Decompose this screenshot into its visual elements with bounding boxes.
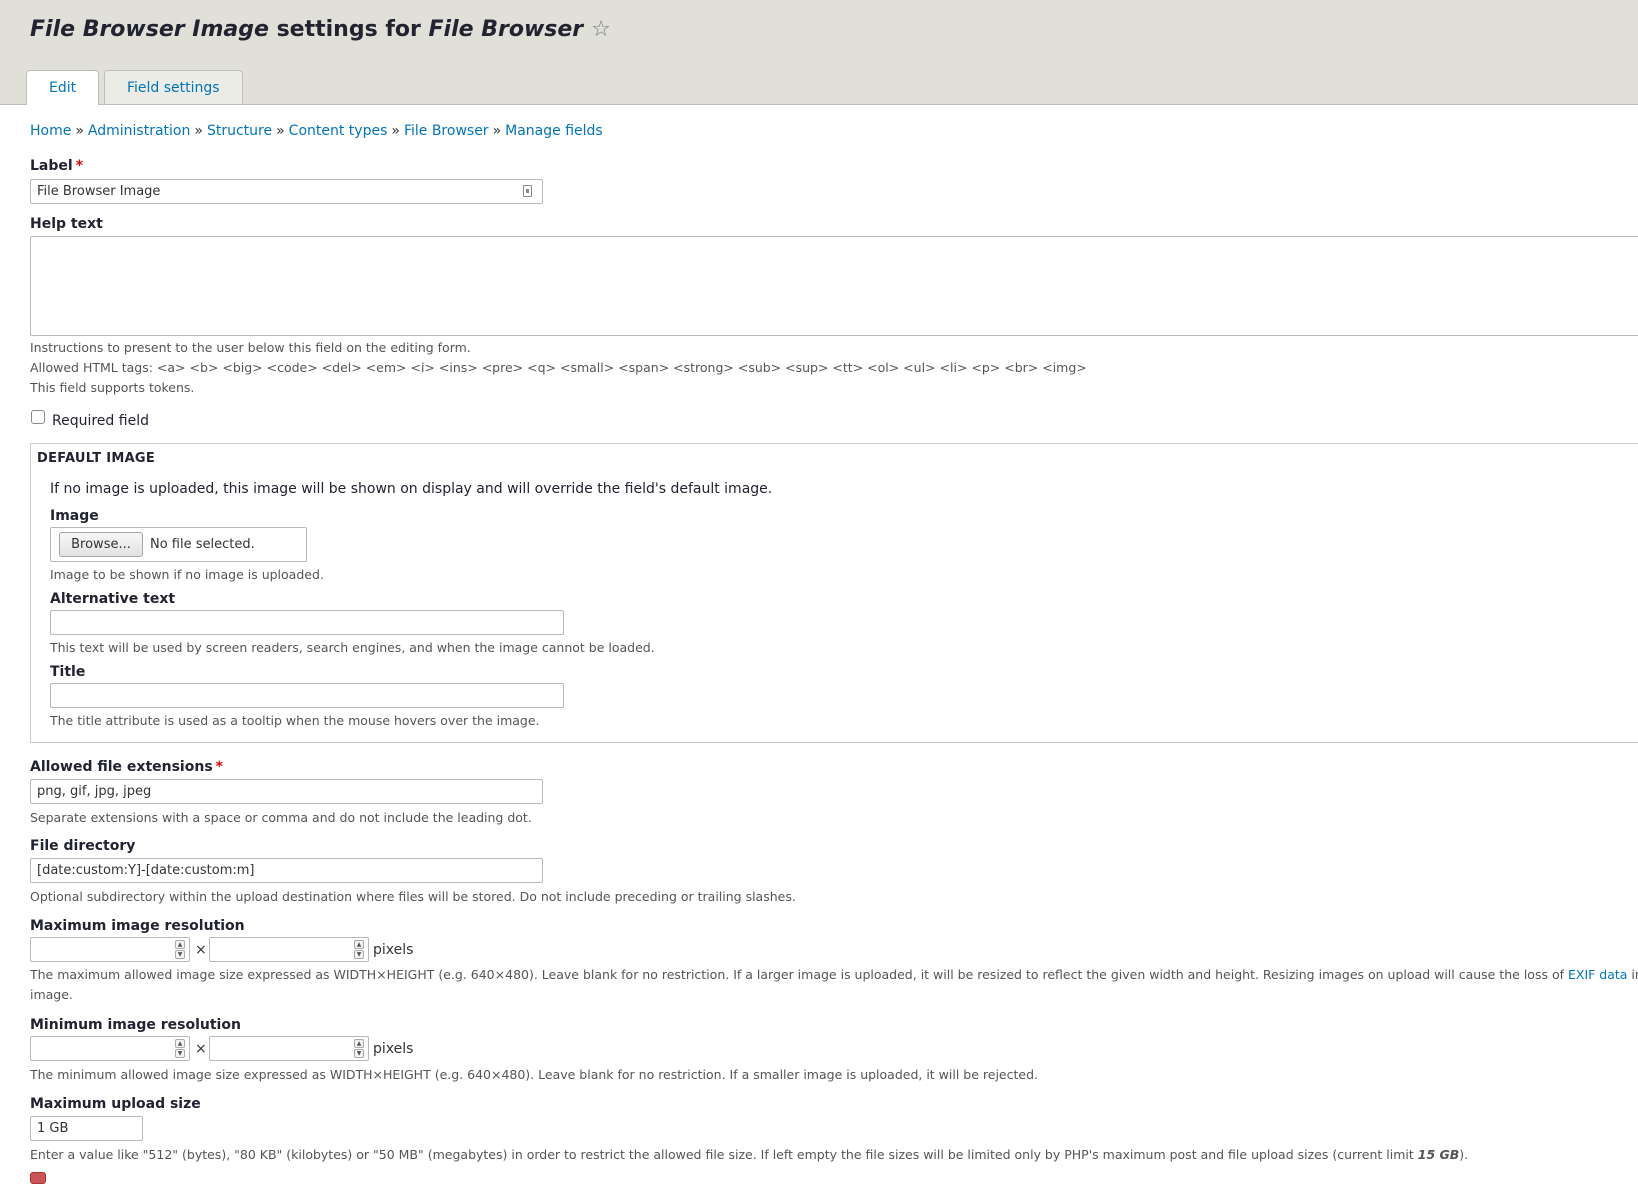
image-description: Image to be shown if no image is uploade… [50, 567, 324, 582]
breadcrumb-file-browser[interactable]: File Browser [404, 123, 489, 139]
label-title-text: Label [30, 158, 73, 174]
breadcrumb-administration[interactable]: Administration [88, 123, 190, 139]
spin-down-icon[interactable]: ▼ [354, 950, 364, 959]
min-resolution-description: The minimum allowed image size expressed… [30, 1067, 1038, 1082]
max-width-spinner[interactable]: ▲ ▼ [175, 940, 185, 959]
star-icon[interactable]: ☆ [591, 17, 611, 42]
help-text-tokens-note: This field supports tokens. [30, 380, 195, 395]
breadcrumb: Home» Administration» Structure» Content ty… [30, 123, 603, 139]
upload-size-title: Maximum upload size [30, 1096, 201, 1112]
required-marker: * [75, 158, 84, 174]
tab-edit[interactable]: Edit [26, 70, 100, 105]
breadcrumb-separator: » [391, 123, 400, 139]
times-sign: × [195, 942, 207, 958]
browse-button[interactable]: Browse... [59, 532, 143, 557]
token-picker-icon[interactable] [523, 185, 532, 197]
title-input[interactable] [50, 683, 564, 708]
required-marker: * [215, 759, 223, 775]
breadcrumb-separator: » [75, 123, 84, 139]
tab-field-settings[interactable]: Field settings [104, 70, 243, 104]
required-field-label[interactable]: Required field [52, 413, 149, 429]
partial-checkbox[interactable] [30, 1172, 46, 1184]
spin-up-icon[interactable]: ▲ [354, 940, 364, 949]
breadcrumb-separator: » [276, 123, 285, 139]
min-height-input[interactable]: ▲ ▼ [209, 1036, 369, 1061]
file-directory-description: Optional subdirectory within the upload … [30, 889, 796, 904]
extensions-input[interactable]: png, gif, jpg, jpeg [30, 779, 543, 804]
breadcrumb-structure[interactable]: Structure [207, 123, 272, 139]
page-title: File Browser Image settings for File Bro… [30, 17, 611, 42]
extensions-description: Separate extensions with a space or comm… [30, 810, 532, 825]
max-resolution-title: Maximum image resolution [30, 918, 245, 934]
breadcrumb-manage-fields[interactable]: Manage fields [505, 123, 603, 139]
breadcrumb-separator: » [194, 123, 203, 139]
upload-size-description: Enter a value like "512" (bytes), "80 KB… [30, 1147, 1468, 1162]
extensions-title: Allowed file extensions * [30, 759, 223, 775]
max-width-input[interactable]: ▲ ▼ [30, 937, 190, 962]
file-status-text: No file selected. [150, 537, 255, 552]
help-text-title: Help text [30, 216, 103, 232]
required-field-checkbox[interactable] [31, 410, 45, 424]
upload-size-desc-tail: ). [1459, 1147, 1469, 1162]
alt-text-label: Alternative text [50, 591, 176, 607]
breadcrumb-separator: » [492, 123, 502, 139]
extensions-title-text: Allowed file extensions [30, 759, 213, 775]
spin-down-icon[interactable]: ▼ [354, 1049, 364, 1058]
file-directory-input[interactable]: [date:custom:Y]-[date:custom:m] [30, 858, 543, 883]
times-sign: × [195, 1041, 207, 1057]
file-directory-title: File directory [30, 838, 136, 854]
default-image-legend: DEFAULT IMAGE [37, 451, 156, 466]
image-label: Image [50, 508, 99, 524]
max-resolution-desc-tail: in the [1631, 967, 1638, 982]
alt-text-description: This text will be used by screen readers… [50, 640, 655, 655]
max-resolution-unit: pixels [373, 942, 414, 958]
breadcrumb-home[interactable]: Home [30, 123, 71, 139]
max-resolution-description-line2: image. [30, 987, 73, 1002]
page-header: File Browser Image settings for File Bro… [0, 0, 1638, 105]
exif-data-link[interactable]: EXIF data [1568, 967, 1627, 982]
max-resolution-description: The maximum allowed image size expressed… [30, 967, 1638, 982]
min-resolution-unit: pixels [373, 1041, 414, 1057]
help-text-textarea[interactable] [30, 236, 1638, 336]
label-input-value: File Browser Image [37, 184, 161, 199]
title-field-name: File Browser Image [30, 17, 269, 42]
default-image-intro: If no image is uploaded, this image will… [50, 481, 773, 497]
spin-down-icon[interactable]: ▼ [175, 1049, 185, 1058]
max-resolution-desc-text: The maximum allowed image size expressed… [30, 967, 1568, 982]
title-description: The title attribute is used as a tooltip… [50, 713, 540, 728]
breadcrumb-content-types[interactable]: Content types [289, 123, 388, 139]
upload-size-input[interactable]: 1 GB [30, 1116, 143, 1141]
label-input[interactable]: File Browser Image [30, 179, 543, 204]
min-width-input[interactable]: ▲ ▼ [30, 1036, 190, 1061]
help-text-description: Instructions to present to the user belo… [30, 340, 471, 355]
upload-size-desc-text: Enter a value like "512" (bytes), "80 KB… [30, 1147, 1418, 1162]
spin-up-icon[interactable]: ▲ [175, 940, 185, 949]
alt-text-input[interactable] [50, 610, 564, 635]
title-middle: settings for [268, 17, 429, 42]
max-height-spinner[interactable]: ▲ ▼ [354, 940, 364, 959]
title-label: Title [50, 664, 86, 680]
max-height-input[interactable]: ▲ ▼ [209, 937, 369, 962]
spin-up-icon[interactable]: ▲ [354, 1039, 364, 1048]
min-width-spinner[interactable]: ▲ ▼ [175, 1039, 185, 1058]
min-resolution-title: Minimum image resolution [30, 1017, 241, 1033]
spin-down-icon[interactable]: ▼ [175, 950, 185, 959]
min-height-spinner[interactable]: ▲ ▼ [354, 1039, 364, 1058]
label-field-title: Label * [30, 158, 83, 174]
title-content-type: File Browser [428, 17, 584, 42]
spin-up-icon[interactable]: ▲ [175, 1039, 185, 1048]
help-text-allowed-tags: Allowed HTML tags: <a> <b> <big> <code> … [30, 360, 1087, 375]
upload-size-limit: 15 GB [1417, 1147, 1460, 1162]
